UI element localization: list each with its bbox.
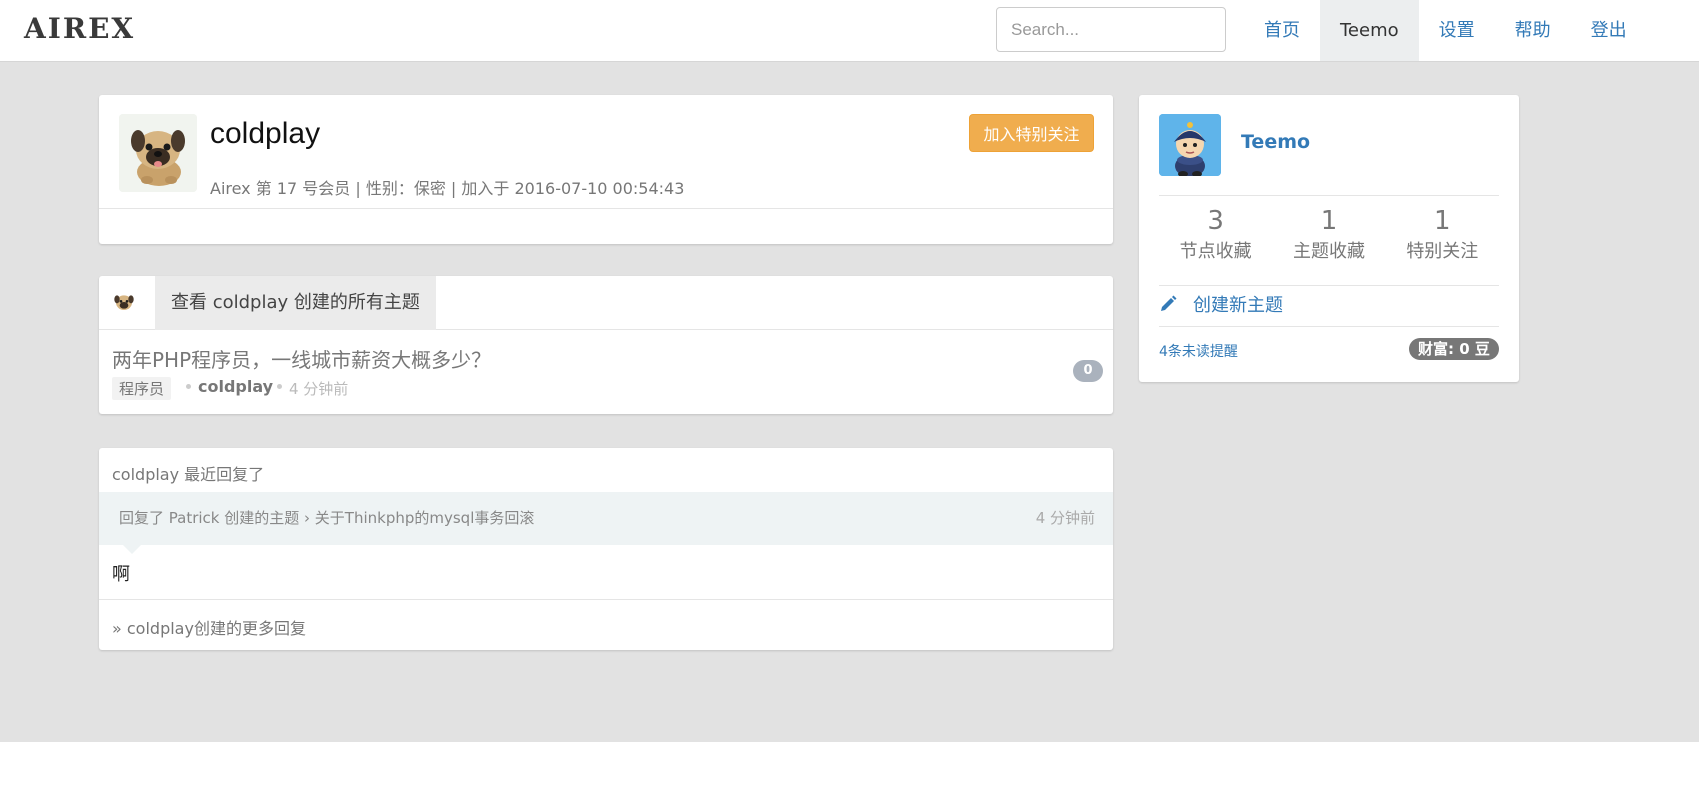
- recent-replies-card: coldplay 最近回复了 回复了 Patrick 创建的主题 › 关于Thi…: [99, 448, 1113, 650]
- search-input[interactable]: [996, 7, 1226, 52]
- topics-tabbar: 查看 coldplay 创建的所有主题: [99, 276, 1113, 330]
- wealth-badge[interactable]: 财富: 0 豆: [1409, 338, 1499, 360]
- divider: [1159, 326, 1499, 327]
- avatar[interactable]: [1159, 114, 1221, 176]
- stat-node-favorites[interactable]: 3 节点收藏: [1159, 207, 1272, 269]
- pug-avatar-icon: [119, 114, 197, 192]
- tab-all-topics[interactable]: 查看 coldplay 创建的所有主题: [155, 276, 436, 330]
- avatar: [119, 114, 197, 192]
- footer: [0, 742, 1699, 787]
- separator-dot: [186, 384, 191, 389]
- user-stats: 3 节点收藏 1 主题收藏 1 特别关注: [1159, 207, 1499, 269]
- topic-author[interactable]: coldplay: [198, 377, 273, 396]
- profile-card: coldplay Airex 第 17 号会员 | 性别：保密 | 加入于 20…: [99, 95, 1113, 244]
- nav-item-help[interactable]: 帮助: [1495, 0, 1571, 61]
- replies-header: coldplay 最近回复了: [112, 465, 265, 484]
- top-navbar: AIREX 首页 Teemo 设置 帮助 登出: [0, 0, 1699, 62]
- profile-meta: Airex 第 17 号会员 | 性别：保密 | 加入于 2016-07-10 …: [210, 179, 685, 198]
- main-nav: 首页 Teemo 设置 帮助 登出: [1244, 0, 1647, 61]
- create-topic-label: 创建新主题: [1193, 295, 1283, 316]
- profile-username: coldplay: [210, 117, 321, 150]
- nav-item-logout[interactable]: 登出: [1571, 0, 1647, 61]
- stat-special-follows[interactable]: 1 特别关注: [1386, 207, 1499, 269]
- topic-time: 4 分钟前: [289, 380, 349, 398]
- divider: [99, 599, 1113, 600]
- nav-item-home[interactable]: 首页: [1244, 0, 1320, 61]
- follow-button[interactable]: 加入特别关注: [969, 114, 1094, 152]
- reply-context-link[interactable]: 回复了 Patrick 创建的主题 › 关于Thinkphp的mysql事务回滚: [119, 507, 534, 528]
- topic-title[interactable]: 两年PHP程序员，一线城市薪资大概多少？: [112, 344, 491, 373]
- divider: [1159, 195, 1499, 196]
- create-topic-button[interactable]: 创建新主题: [1159, 291, 1283, 317]
- user-topics-card: 查看 coldplay 创建的所有主题 两年PHP程序员，一线城市薪资大概多少？…: [99, 276, 1113, 414]
- pug-avatar-icon: [111, 290, 137, 316]
- stat-topic-favorites[interactable]: 1 主题收藏: [1272, 207, 1385, 269]
- separator-dot: [277, 384, 282, 389]
- topic-node-tag[interactable]: 程序员: [112, 377, 172, 400]
- sidebar-username[interactable]: Teemo: [1241, 131, 1310, 153]
- pencil-icon: [1161, 295, 1177, 311]
- reply-context-bar: 回复了 Patrick 创建的主题 › 关于Thinkphp的mysql事务回滚…: [99, 492, 1113, 545]
- divider: [99, 208, 1113, 209]
- stat-value: 3: [1207, 206, 1224, 236]
- sidebar-user-card: Teemo 3 节点收藏 1 主题收藏 1 特别关注 创建新主题 4条未读提醒 …: [1139, 95, 1519, 382]
- reply-count-badge[interactable]: 0: [1073, 360, 1103, 382]
- reply-time: 4 分钟前: [1035, 509, 1095, 527]
- caret-pointer: [123, 545, 141, 554]
- stat-value: 1: [1434, 206, 1451, 236]
- unread-notifications-link[interactable]: 4条未读提醒: [1159, 341, 1238, 361]
- stat-label: 特别关注: [1406, 241, 1479, 262]
- stat-value: 1: [1320, 206, 1338, 236]
- site-logo[interactable]: AIREX: [24, 12, 135, 45]
- stat-label: 主题收藏: [1292, 241, 1365, 262]
- reply-body: 啊: [112, 564, 130, 585]
- stat-label: 节点收藏: [1179, 241, 1252, 262]
- divider: [1159, 285, 1499, 286]
- more-replies-link[interactable]: » coldplay创建的更多回复: [112, 615, 306, 639]
- user-avatar-icon: [1159, 114, 1221, 176]
- nav-item-profile[interactable]: Teemo: [1320, 0, 1419, 61]
- small-avatar: [111, 290, 137, 316]
- nav-item-settings[interactable]: 设置: [1419, 0, 1495, 61]
